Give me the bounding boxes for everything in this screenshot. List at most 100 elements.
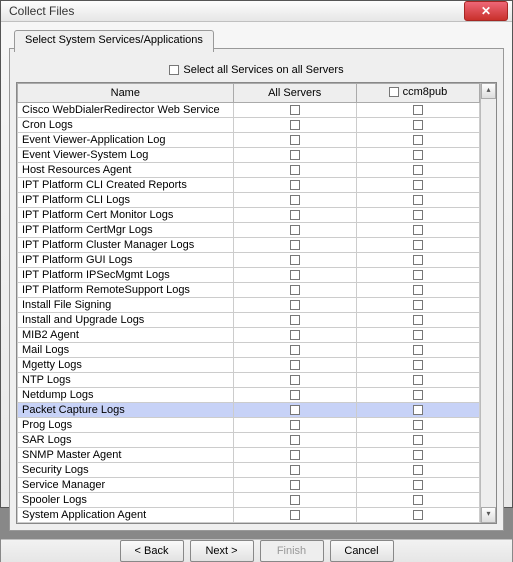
server1-checkbox[interactable] bbox=[413, 105, 423, 115]
table-row[interactable]: Packet Capture Logs bbox=[18, 403, 480, 418]
table-row[interactable]: Cron Logs bbox=[18, 118, 480, 133]
all-servers-checkbox[interactable] bbox=[290, 465, 300, 475]
server1-checkbox[interactable] bbox=[413, 390, 423, 400]
all-servers-checkbox[interactable] bbox=[290, 105, 300, 115]
server1-checkbox[interactable] bbox=[413, 270, 423, 280]
all-servers-checkbox[interactable] bbox=[290, 285, 300, 295]
server1-checkbox[interactable] bbox=[413, 240, 423, 250]
all-servers-checkbox[interactable] bbox=[290, 375, 300, 385]
table-row[interactable]: Security Logs bbox=[18, 463, 480, 478]
scroll-up-button[interactable]: ▴ bbox=[481, 83, 496, 99]
server1-checkbox[interactable] bbox=[413, 255, 423, 265]
table-row[interactable]: Host Resources Agent bbox=[18, 163, 480, 178]
server1-checkbox[interactable] bbox=[413, 465, 423, 475]
server1-checkbox[interactable] bbox=[413, 315, 423, 325]
tab-select-services[interactable]: Select System Services/Applications bbox=[14, 30, 214, 52]
all-servers-cell bbox=[233, 313, 356, 328]
server1-checkbox[interactable] bbox=[413, 345, 423, 355]
all-servers-checkbox[interactable] bbox=[290, 390, 300, 400]
all-servers-checkbox[interactable] bbox=[290, 405, 300, 415]
table-row[interactable]: IPT Platform GUI Logs bbox=[18, 253, 480, 268]
table-row[interactable]: Install File Signing bbox=[18, 298, 480, 313]
table-row[interactable]: IPT Platform RemoteSupport Logs bbox=[18, 283, 480, 298]
scroll-track[interactable] bbox=[481, 99, 496, 507]
header-all-servers[interactable]: All Servers bbox=[233, 84, 356, 103]
all-servers-checkbox[interactable] bbox=[290, 210, 300, 220]
all-servers-checkbox[interactable] bbox=[290, 180, 300, 190]
header-server1[interactable]: ccm8pub bbox=[356, 84, 479, 103]
all-servers-checkbox[interactable] bbox=[290, 450, 300, 460]
all-servers-checkbox[interactable] bbox=[290, 510, 300, 520]
server1-checkbox[interactable] bbox=[413, 195, 423, 205]
all-servers-checkbox[interactable] bbox=[290, 360, 300, 370]
table-row[interactable]: Mail Logs bbox=[18, 343, 480, 358]
vertical-scrollbar[interactable]: ▴ ▾ bbox=[480, 83, 496, 523]
all-servers-checkbox[interactable] bbox=[290, 495, 300, 505]
close-button[interactable]: ✕ bbox=[464, 1, 508, 21]
table-row[interactable]: IPT Platform Cluster Manager Logs bbox=[18, 238, 480, 253]
server1-checkbox[interactable] bbox=[413, 450, 423, 460]
table-row[interactable]: IPT Platform CLI Created Reports bbox=[18, 178, 480, 193]
all-servers-checkbox[interactable] bbox=[290, 135, 300, 145]
server1-checkbox[interactable] bbox=[413, 420, 423, 430]
all-servers-checkbox[interactable] bbox=[290, 435, 300, 445]
table-row[interactable]: Spooler Logs bbox=[18, 493, 480, 508]
all-servers-checkbox[interactable] bbox=[290, 255, 300, 265]
all-servers-checkbox[interactable] bbox=[290, 120, 300, 130]
table-row[interactable]: Netdump Logs bbox=[18, 388, 480, 403]
server1-checkbox[interactable] bbox=[413, 330, 423, 340]
server1-header-checkbox[interactable] bbox=[389, 87, 399, 97]
table-row[interactable]: SNMP Master Agent bbox=[18, 448, 480, 463]
table-row[interactable]: Service Manager bbox=[18, 478, 480, 493]
server1-checkbox[interactable] bbox=[413, 435, 423, 445]
table-row[interactable]: Event Viewer-System Log bbox=[18, 148, 480, 163]
table-row[interactable]: IPT Platform CertMgr Logs bbox=[18, 223, 480, 238]
table-row[interactable]: SAR Logs bbox=[18, 433, 480, 448]
server1-checkbox[interactable] bbox=[413, 210, 423, 220]
all-servers-checkbox[interactable] bbox=[290, 225, 300, 235]
all-servers-checkbox[interactable] bbox=[290, 195, 300, 205]
all-servers-checkbox[interactable] bbox=[290, 240, 300, 250]
next-button[interactable]: Next > bbox=[190, 540, 254, 562]
table-row[interactable]: MIB2 Agent bbox=[18, 328, 480, 343]
table-row[interactable]: IPT Platform IPSecMgmt Logs bbox=[18, 268, 480, 283]
table-row[interactable]: Install and Upgrade Logs bbox=[18, 313, 480, 328]
server1-checkbox[interactable] bbox=[413, 285, 423, 295]
table-row[interactable]: Mgetty Logs bbox=[18, 358, 480, 373]
table-row[interactable]: IPT Platform Cert Monitor Logs bbox=[18, 208, 480, 223]
server1-checkbox[interactable] bbox=[413, 405, 423, 415]
header-name[interactable]: Name bbox=[18, 84, 234, 103]
server1-checkbox[interactable] bbox=[413, 360, 423, 370]
all-servers-checkbox[interactable] bbox=[290, 315, 300, 325]
server1-checkbox[interactable] bbox=[413, 480, 423, 490]
server1-checkbox[interactable] bbox=[413, 375, 423, 385]
server1-checkbox[interactable] bbox=[413, 225, 423, 235]
all-servers-checkbox[interactable] bbox=[290, 270, 300, 280]
table-row[interactable]: Event Viewer-Application Log bbox=[18, 133, 480, 148]
server1-checkbox[interactable] bbox=[413, 495, 423, 505]
server1-checkbox[interactable] bbox=[413, 120, 423, 130]
all-servers-checkbox[interactable] bbox=[290, 420, 300, 430]
cancel-button[interactable]: Cancel bbox=[330, 540, 394, 562]
table-row[interactable]: NTP Logs bbox=[18, 373, 480, 388]
all-servers-checkbox[interactable] bbox=[290, 480, 300, 490]
scroll-down-button[interactable]: ▾ bbox=[481, 507, 496, 523]
all-servers-checkbox[interactable] bbox=[290, 300, 300, 310]
server1-cell bbox=[356, 403, 479, 418]
table-row[interactable]: Prog Logs bbox=[18, 418, 480, 433]
back-button[interactable]: < Back bbox=[120, 540, 184, 562]
server1-checkbox[interactable] bbox=[413, 165, 423, 175]
all-servers-checkbox[interactable] bbox=[290, 330, 300, 340]
table-row[interactable]: Cisco WebDialerRedirector Web Service bbox=[18, 103, 480, 118]
all-servers-checkbox[interactable] bbox=[290, 165, 300, 175]
table-row[interactable]: IPT Platform CLI Logs bbox=[18, 193, 480, 208]
server1-checkbox[interactable] bbox=[413, 150, 423, 160]
all-servers-checkbox[interactable] bbox=[290, 345, 300, 355]
server1-checkbox[interactable] bbox=[413, 300, 423, 310]
server1-checkbox[interactable] bbox=[413, 135, 423, 145]
table-row[interactable]: System Application Agent bbox=[18, 508, 480, 523]
server1-checkbox[interactable] bbox=[413, 510, 423, 520]
select-all-checkbox[interactable] bbox=[169, 65, 179, 75]
all-servers-checkbox[interactable] bbox=[290, 150, 300, 160]
server1-checkbox[interactable] bbox=[413, 180, 423, 190]
